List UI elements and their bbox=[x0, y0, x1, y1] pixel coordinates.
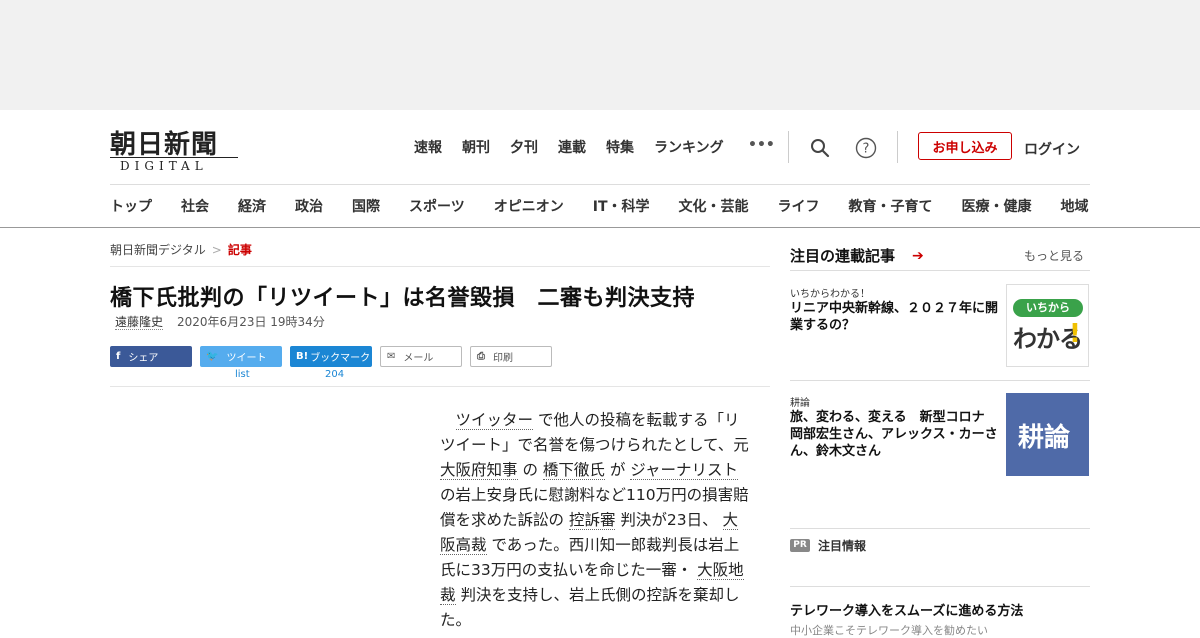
category-it-science[interactable]: IT・科学 bbox=[593, 196, 650, 216]
divider bbox=[790, 380, 1090, 381]
hatena-bookmark-label: ブックマーク bbox=[310, 353, 371, 364]
logo-line bbox=[110, 157, 238, 158]
twitter-icon: 🐦 bbox=[206, 351, 219, 362]
more-link[interactable]: もっと見る bbox=[1024, 247, 1084, 264]
site-header: 朝日新聞 DIGITAL 速報 朝刊 夕刊 連載 特集 ランキング ••• ? … bbox=[0, 110, 1200, 184]
card-category: 耕論 bbox=[790, 398, 810, 409]
keyword-link[interactable]: 橋下徹氏 bbox=[542, 461, 605, 480]
facebook-share-button[interactable]: f シェア bbox=[110, 346, 192, 367]
keyword-link[interactable]: ツイッター bbox=[455, 411, 534, 430]
nav-item-ranking[interactable]: ランキング bbox=[654, 137, 724, 157]
body-text: 判決が23日、 bbox=[615, 511, 723, 529]
login-link[interactable]: ログイン bbox=[1024, 139, 1080, 159]
category-region[interactable]: 地域 bbox=[1061, 196, 1089, 216]
body-text: 判決を支持し、岩上氏側の控訴を棄却した。 bbox=[440, 586, 740, 629]
more-menu-icon[interactable]: ••• bbox=[748, 137, 775, 153]
ad-banner bbox=[0, 0, 1200, 110]
pr-section-title: 注目情報 bbox=[818, 539, 867, 553]
arrow-right-icon: ➔ bbox=[912, 248, 924, 264]
facebook-icon: f bbox=[116, 351, 121, 362]
divider bbox=[110, 184, 1090, 185]
keyword-link[interactable]: 控訴審 bbox=[568, 511, 616, 530]
sidebar-title: 注目の連載記事 bbox=[790, 247, 896, 265]
card-thumbnail[interactable]: 耕論 bbox=[1006, 393, 1089, 476]
author-link[interactable]: 遠藤隆史 bbox=[115, 315, 164, 330]
hatena-bookmark-button[interactable]: B! ブックマーク bbox=[290, 346, 372, 367]
divider bbox=[110, 266, 770, 267]
twitter-count[interactable]: list bbox=[235, 369, 250, 380]
card-title-link[interactable]: リニア中央新幹線、２０２７年に開業するの？ bbox=[790, 300, 1000, 334]
category-society[interactable]: 社会 bbox=[181, 196, 209, 216]
nav-item-rensai[interactable]: 連載 bbox=[558, 137, 586, 157]
print-icon: ⎙ bbox=[477, 351, 485, 362]
top-nav: 速報 朝刊 夕刊 連載 特集 ランキング bbox=[414, 137, 744, 157]
divider bbox=[110, 386, 770, 387]
logo-text: 朝日新聞 bbox=[110, 130, 219, 160]
category-top[interactable]: トップ bbox=[110, 196, 152, 216]
category-economy[interactable]: 経済 bbox=[238, 196, 266, 216]
body-text: が bbox=[604, 461, 631, 479]
category-culture[interactable]: 文化・芸能 bbox=[679, 196, 749, 216]
breadcrumb-home[interactable]: 朝日新聞デジタル bbox=[110, 243, 206, 257]
pr-article-title[interactable]: テレワーク導入をスムーズに進める方法 bbox=[790, 600, 1023, 619]
site-logo[interactable]: 朝日新聞 DIGITAL bbox=[110, 124, 240, 173]
svg-text:?: ? bbox=[863, 142, 870, 157]
breadcrumb: 朝日新聞デジタル > 記事 bbox=[110, 241, 252, 258]
hatena-count[interactable]: 204 bbox=[325, 369, 344, 380]
logo-subtext: DIGITAL bbox=[120, 159, 208, 173]
article-body: ツイッター で他人の投稿を転載する「リツイート」で名誉を傷つけられたとして、元 … bbox=[440, 408, 750, 633]
mail-icon: ✉ bbox=[387, 351, 396, 362]
article-paragraph: ツイッター で他人の投稿を転載する「リツイート」で名誉を傷つけられたとして、元 … bbox=[440, 408, 750, 633]
thumbnail-label: ! bbox=[1069, 319, 1081, 349]
article-byline: 遠藤隆史 2020年6月23日 19時34分 bbox=[115, 313, 325, 330]
subscribe-button[interactable]: お申し込み bbox=[918, 132, 1012, 160]
twitter-share-button[interactable]: 🐦 ツイート bbox=[200, 346, 282, 367]
article-headline: 橋下氏批判の「リツイート」は名誉毀損 二審も判決支持 bbox=[110, 286, 696, 311]
divider bbox=[0, 227, 1200, 228]
print-button[interactable]: ⎙ 印刷 bbox=[470, 346, 552, 367]
print-label: 印刷 bbox=[493, 353, 513, 364]
category-nav: トップ 社会 経済 政治 国際 スポーツ オピニオン IT・科学 文化・芸能 ラ… bbox=[110, 196, 1089, 216]
nav-item-yuukan[interactable]: 夕刊 bbox=[510, 137, 538, 157]
category-politics[interactable]: 政治 bbox=[295, 196, 323, 216]
search-icon[interactable] bbox=[810, 138, 830, 158]
keyword-link[interactable]: ジャーナリスト bbox=[630, 461, 738, 480]
twitter-share-label: ツイート bbox=[226, 353, 267, 364]
category-education[interactable]: 教育・子育て bbox=[849, 196, 933, 216]
hatena-icon: B! bbox=[296, 351, 309, 362]
help-icon[interactable]: ? bbox=[855, 137, 877, 159]
divider bbox=[790, 270, 1090, 271]
keyword-link[interactable]: 大阪府知事 bbox=[440, 461, 518, 480]
pr-article-subtitle: 中小企業こそテレワーク導入を勧めたい bbox=[790, 624, 988, 637]
nav-divider bbox=[788, 131, 789, 163]
article-date: 2020年6月23日 19時34分 bbox=[177, 315, 325, 329]
card-category: いちからわかる！ bbox=[790, 289, 870, 300]
card-title-link[interactable]: 旅、変わる、変える 新型コロナ 岡部宏生さん、アレックス・カーさん、鈴木文さん bbox=[790, 409, 1000, 460]
breadcrumb-current[interactable]: 記事 bbox=[228, 243, 252, 257]
nav-item-choukan[interactable]: 朝刊 bbox=[462, 137, 490, 157]
category-life[interactable]: ライフ bbox=[778, 196, 820, 216]
category-health[interactable]: 医療・健康 bbox=[962, 196, 1032, 216]
pr-badge: PR bbox=[790, 539, 810, 552]
facebook-share-label: シェア bbox=[128, 353, 159, 364]
thumbnail-label: 耕論 bbox=[1018, 423, 1071, 453]
body-text: の bbox=[517, 461, 543, 479]
category-opinion[interactable]: オピニオン bbox=[494, 196, 564, 216]
card-thumbnail[interactable]: いちから わかる ! bbox=[1006, 284, 1089, 367]
mail-share-label: メール bbox=[403, 353, 434, 364]
nav-divider bbox=[897, 131, 898, 163]
breadcrumb-separator: > bbox=[211, 243, 222, 257]
nav-item-sokuho[interactable]: 速報 bbox=[414, 137, 442, 157]
divider bbox=[790, 528, 1090, 529]
thumbnail-label: いちから bbox=[1013, 299, 1083, 317]
nav-item-tokushu[interactable]: 特集 bbox=[606, 137, 634, 157]
category-international[interactable]: 国際 bbox=[352, 196, 380, 216]
divider bbox=[790, 586, 1090, 587]
category-sports[interactable]: スポーツ bbox=[409, 196, 465, 216]
mail-share-button[interactable]: ✉ メール bbox=[380, 346, 462, 367]
